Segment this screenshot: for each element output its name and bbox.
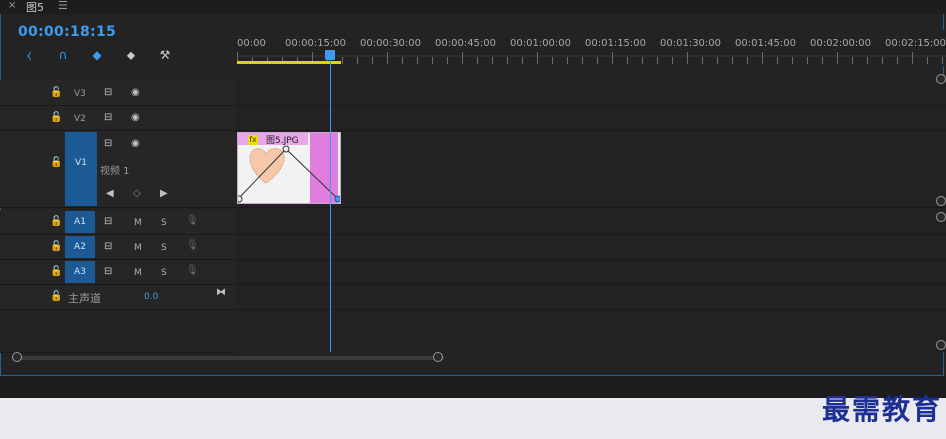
track-target-a3[interactable]: A3	[65, 261, 95, 283]
sync-lock-icon[interactable]: ⊟	[104, 87, 112, 98]
track-target-a2[interactable]: A2	[65, 236, 95, 258]
track-header-v3: 🔓 V3 ⊟ ◉	[0, 80, 236, 106]
track-header-master: 🔓 主声道 0.0 ⧓	[0, 285, 236, 310]
solo-button[interactable]: S	[161, 243, 167, 253]
scroll-knob-icon[interactable]	[936, 74, 946, 84]
master-volume-value[interactable]: 0.0	[144, 292, 158, 302]
clip-thumbnail	[238, 145, 340, 203]
lock-icon[interactable]: 🔓	[50, 266, 62, 277]
track-target-a1[interactable]: A1	[65, 211, 95, 233]
panel-menu-icon[interactable]: ☰	[58, 0, 68, 12]
lane-v2[interactable]	[237, 106, 946, 131]
lock-icon[interactable]: 🔓	[50, 87, 62, 98]
panel-tab-bar	[0, 0, 946, 14]
track-label-v2: V2	[74, 114, 86, 124]
lock-icon[interactable]: 🔓	[50, 241, 62, 252]
time-ruler[interactable]: 00:00 00:00:15:00 00:00:30:00 00:00:45:0…	[237, 30, 946, 66]
horizontal-scrollbar[interactable]	[12, 352, 934, 364]
scroll-knob-icon[interactable]	[936, 340, 946, 350]
add-marker-icon[interactable]: ⬥	[124, 48, 138, 62]
ruler-ticks	[237, 52, 946, 64]
track-header-a1: 🔓 A1 ⊟ M S 🎙	[0, 210, 236, 235]
track-label-v3: V3	[74, 89, 86, 99]
lock-icon[interactable]: 🔓	[50, 112, 62, 123]
add-keyframe-icon[interactable]: ◇	[133, 188, 141, 199]
lane-v3[interactable]	[237, 80, 946, 106]
lock-icon[interactable]: 🔓	[50, 157, 62, 168]
master-track-label: 主声道	[68, 292, 101, 305]
timeline-settings-icon[interactable]: ⚒	[158, 48, 172, 62]
track-target-v1[interactable]: V1	[65, 132, 97, 206]
scroll-end-knob-icon[interactable]	[433, 352, 443, 362]
track-header-v2: 🔓 V2 ⊟ ◉	[0, 106, 236, 131]
eye-icon[interactable]: ◉	[131, 87, 140, 98]
lane-a1[interactable]	[237, 210, 946, 235]
lane-master[interactable]	[237, 285, 946, 310]
playhead-timecode[interactable]: 00:00:18:15	[18, 24, 116, 40]
track-header-a2: 🔓 A2 ⊟ M S 🎙	[0, 235, 236, 260]
empty-header-space	[0, 310, 236, 353]
track-header-v1: 🔓 V1 ⊟ ◉ 视频 1 ◀ ◇ ▶	[0, 131, 236, 208]
sync-lock-icon[interactable]: ⊟	[104, 112, 112, 123]
solo-button[interactable]: S	[161, 218, 167, 228]
solo-button[interactable]: S	[161, 268, 167, 278]
microphone-icon[interactable]: 🎙	[186, 215, 199, 226]
lane-a3[interactable]	[237, 260, 946, 285]
playhead-line[interactable]	[330, 52, 331, 352]
video-clip[interactable]: fx 图5.JPG	[237, 132, 341, 204]
track-name-v1: 视频 1	[100, 166, 130, 177]
playhead-handle[interactable]	[325, 50, 335, 60]
lower-area	[0, 398, 946, 439]
panel-bottom-strip	[0, 376, 946, 398]
work-area-bar	[237, 61, 341, 64]
linked-selection-icon[interactable]: ◆	[90, 48, 104, 62]
microphone-icon[interactable]: 🎙	[186, 265, 199, 276]
prev-keyframe-icon[interactable]: ◀	[106, 188, 114, 199]
snap-icon[interactable]: ∩	[56, 48, 70, 62]
sync-lock-icon[interactable]: ⊟	[104, 138, 112, 149]
track-header-a3: 🔓 A3 ⊟ M S 🎙	[0, 260, 236, 285]
lock-icon[interactable]: 🔓	[50, 291, 62, 302]
sequence-tab-title[interactable]: 图5	[26, 0, 44, 15]
eye-icon[interactable]: ◉	[131, 138, 140, 149]
eye-icon[interactable]: ◉	[131, 112, 140, 123]
mute-button[interactable]: M	[134, 268, 142, 278]
next-keyframe-icon[interactable]: ▶	[160, 188, 168, 199]
microphone-icon[interactable]: 🎙	[186, 240, 199, 251]
track-headers: 🔓 V3 ⊟ ◉ 🔓 V2 ⊟ ◉ 🔓 V1 ⊟ ◉ 视频 1 ◀ ◇ ▶ 🔓 …	[0, 80, 236, 353]
lane-a2[interactable]	[237, 235, 946, 260]
scrollbar-thumb[interactable]	[16, 356, 444, 360]
sync-lock-icon[interactable]: ⊟	[104, 266, 112, 277]
lane-v1[interactable]	[237, 131, 946, 208]
go-to-in-out-icon[interactable]: ⧓	[216, 287, 226, 298]
close-tab-icon[interactable]: ×	[8, 0, 16, 11]
nest-sequence-icon[interactable]: ⧼	[22, 48, 36, 62]
tracks-area[interactable]	[237, 80, 946, 352]
scroll-knob-icon[interactable]	[936, 212, 946, 222]
watermark-text: 最需教育	[821, 393, 942, 426]
sync-lock-icon[interactable]: ⊟	[104, 241, 112, 252]
sync-lock-icon[interactable]: ⊟	[104, 216, 112, 227]
scroll-start-knob-icon[interactable]	[12, 352, 22, 362]
lock-icon[interactable]: 🔓	[50, 216, 62, 227]
mute-button[interactable]: M	[134, 243, 142, 253]
scroll-knob-icon[interactable]	[936, 196, 946, 206]
mute-button[interactable]: M	[134, 218, 142, 228]
